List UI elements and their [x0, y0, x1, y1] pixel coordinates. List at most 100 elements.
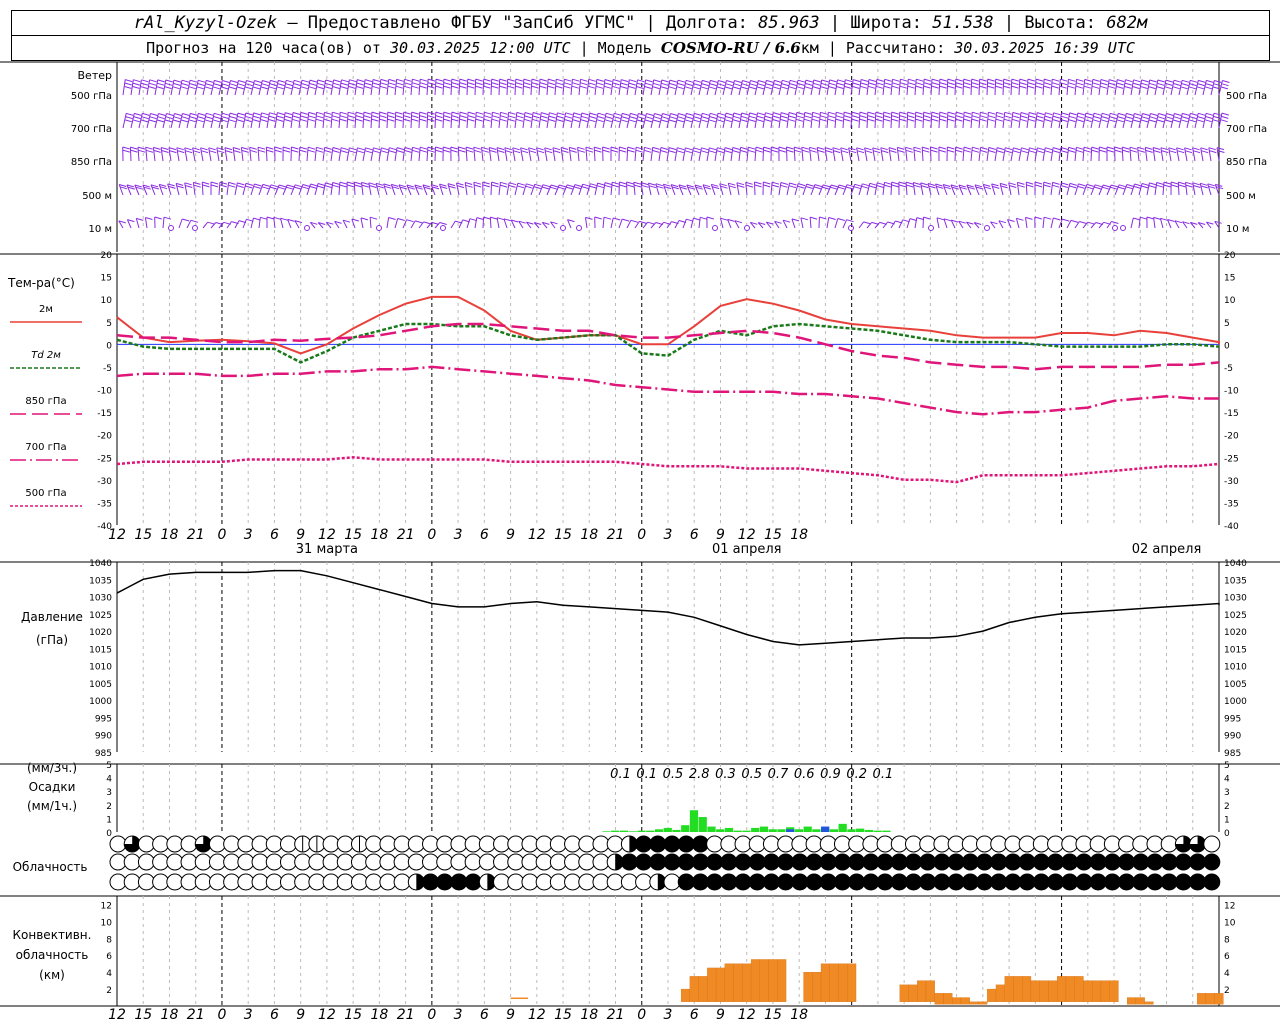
cloud-circle [1146, 873, 1164, 891]
wind-barb [970, 111, 980, 129]
cloud-circle [663, 873, 681, 891]
cloud-cover-symbol [1004, 835, 1022, 853]
wind-barb [826, 111, 836, 129]
wind-barb [465, 146, 474, 162]
wind-barb [354, 111, 364, 129]
cloud-cover-symbol [677, 853, 695, 871]
wind-barb [647, 182, 657, 196]
cloud-circle [464, 853, 482, 871]
precip-unit-3h: (мм/3ч.) [27, 761, 77, 775]
cloud-cover-symbol [1061, 835, 1079, 853]
wind-barb [577, 146, 586, 162]
convective-bar [689, 976, 699, 1002]
convective-tick-label: 10 [1224, 918, 1236, 928]
precip-title: Осадки [29, 780, 76, 794]
cloud-circle [1146, 835, 1164, 853]
cloud-cover-symbol [294, 853, 312, 871]
cloud-cover-symbol [137, 853, 155, 871]
hour-tick-label: 18 [790, 527, 808, 543]
wind-barb [142, 184, 151, 196]
wind-barb [1008, 182, 1017, 196]
cloud-circle [1032, 835, 1050, 853]
wind-barb [314, 146, 324, 162]
cloud-circle [606, 873, 624, 891]
cloud-cover-symbol [379, 853, 397, 871]
wind-barb [856, 147, 865, 162]
rain-bar [829, 829, 839, 832]
cloud-circle [208, 853, 226, 871]
cloud-circle [1075, 853, 1093, 871]
cloud-cover-symbol [1174, 853, 1192, 871]
wind-barb [218, 181, 228, 196]
cloud-cover-symbol [521, 853, 539, 871]
cloud-circle [208, 873, 226, 891]
cloud-cover-symbol [1061, 853, 1079, 871]
cloud-circle [819, 873, 837, 891]
cloud-cover-symbol [350, 835, 368, 853]
pressure-tick-label: 1000 [89, 697, 112, 707]
cloud-cover-symbol [549, 835, 567, 853]
cloud-cover-symbol [1132, 853, 1150, 871]
wind-barb [314, 111, 324, 129]
cloud-cover-symbol [123, 853, 141, 871]
rain-bar [777, 829, 786, 832]
wind-barb [974, 184, 984, 196]
wind-barb [510, 219, 519, 229]
wind-barb [999, 182, 1008, 196]
cloud-circle [1189, 853, 1207, 871]
cloud-cover-symbol [691, 835, 709, 853]
cloud-cover-symbol [123, 835, 141, 853]
pressure-tick-label: 995 [1224, 714, 1241, 724]
calm-wind-marker [984, 225, 990, 231]
cloud-circle [976, 853, 994, 871]
wind-barb [378, 111, 387, 129]
wind-barb [618, 146, 627, 162]
temp-legend-label: 700 гПа [25, 442, 66, 453]
cloud-cover-symbol [762, 835, 780, 853]
wind-barb [842, 111, 852, 129]
wind-barb [1189, 221, 1198, 229]
cloud-cover-symbol [1132, 873, 1150, 891]
cloud-circle [748, 835, 766, 853]
wind-barb [418, 146, 428, 162]
cloud-circle [706, 853, 724, 871]
cloud-cover-symbol [237, 853, 255, 871]
hour-tick-label: 6 [480, 1007, 489, 1023]
cloud-cover-symbol [1118, 835, 1136, 853]
cloud-cover-symbol [237, 835, 255, 853]
cloud-circle [223, 873, 241, 891]
cloud-circle [592, 853, 610, 871]
temp-tick-label: -5 [1224, 364, 1233, 374]
cloud-circle [251, 835, 269, 853]
cloud-circle [265, 835, 283, 853]
wind-barb [898, 111, 907, 129]
wind-barb [503, 218, 512, 229]
wind-barb [991, 183, 1000, 196]
cloud-cover-symbol [1032, 835, 1050, 853]
cloud-cover-symbol [109, 853, 127, 871]
cloud-circle [833, 853, 851, 871]
hour-tick-label: 12 [738, 527, 756, 543]
cloud-cover-symbol [1132, 835, 1150, 853]
wind-level-label: 700 гПа [71, 124, 112, 135]
wind-barb [888, 147, 897, 162]
cloud-cover-symbol [194, 835, 212, 853]
wind-level-label: 500 гПа [71, 91, 112, 102]
hour-tick-label: 12 [108, 1007, 126, 1023]
cloud-circle [734, 853, 752, 871]
wind-barb [1177, 181, 1186, 196]
wind-barb [866, 79, 877, 96]
pressure-tick-label: 1030 [89, 594, 112, 604]
cloud-cover-symbol [706, 835, 724, 853]
wind-barb [490, 181, 499, 196]
wind-barb [1192, 147, 1201, 162]
wind-barb [734, 220, 743, 229]
cloud-circle [1146, 853, 1164, 871]
wind-barb [265, 146, 274, 162]
cloud-circle [848, 835, 866, 853]
cloud-cover-symbol [493, 853, 511, 871]
wind-barb [602, 79, 613, 96]
convective-bar [987, 988, 997, 1002]
cloud-circle [180, 873, 198, 891]
cloud-circle [223, 853, 241, 871]
